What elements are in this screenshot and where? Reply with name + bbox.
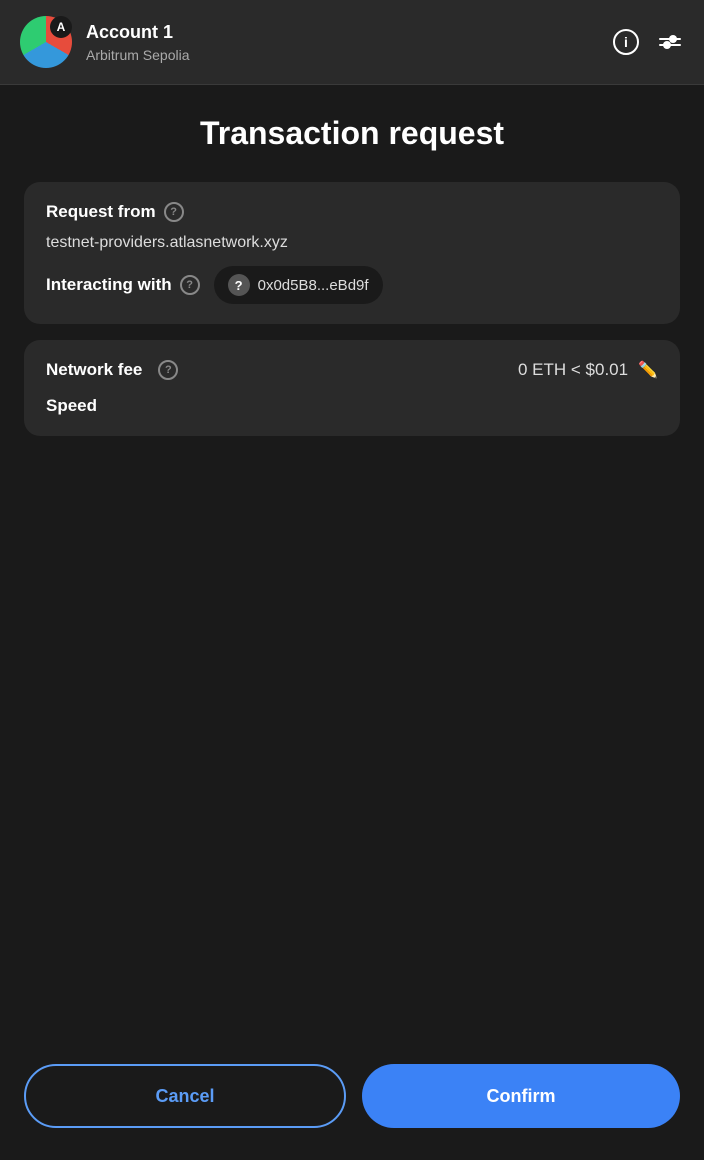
header: A Account 1 Arbitrum Sepolia i <box>0 0 704 85</box>
info-button[interactable]: i <box>612 28 640 56</box>
fee-row: Network fee ? 0 ETH < $0.01 ✏️ <box>46 360 658 380</box>
network-fee-help-icon[interactable]: ? <box>158 360 178 380</box>
contract-badge[interactable]: ? 0x0d5B8...eBd9f <box>214 266 383 304</box>
page-title: Transaction request <box>24 115 680 152</box>
main-content: Transaction request Request from ? testn… <box>0 85 704 1044</box>
slider-line-bottom <box>659 44 681 46</box>
avatar-letter: A <box>50 16 72 38</box>
request-from-label: Request from <box>46 202 156 222</box>
fee-value-container: 0 ETH < $0.01 ✏️ <box>518 360 658 380</box>
account-info: Account 1 Arbitrum Sepolia <box>86 21 612 62</box>
request-from-help-icon[interactable]: ? <box>164 202 184 222</box>
contract-question-icon: ? <box>228 274 250 296</box>
contract-address: 0x0d5B8...eBd9f <box>258 277 369 294</box>
fee-amount: 0 ETH < $0.01 <box>518 360 628 380</box>
interacting-with-row: Interacting with ? ? 0x0d5B8...eBd9f <box>46 266 658 304</box>
cancel-button[interactable]: Cancel <box>24 1064 346 1128</box>
slider-line-top <box>659 38 681 40</box>
edit-fee-icon[interactable]: ✏️ <box>638 360 658 380</box>
fee-card: Network fee ? 0 ETH < $0.01 ✏️ Speed <box>24 340 680 436</box>
interacting-with-help-icon[interactable]: ? <box>180 275 200 295</box>
network-name: Arbitrum Sepolia <box>86 47 612 63</box>
request-from-url: testnet-providers.atlasnetwork.xyz <box>46 234 658 252</box>
footer: Cancel Confirm <box>0 1044 704 1160</box>
avatar: A <box>20 16 72 68</box>
network-fee-label: Network fee <box>46 360 142 380</box>
sliders-icon <box>659 38 681 46</box>
header-icons: i <box>612 28 684 56</box>
speed-label: Speed <box>46 396 658 416</box>
fee-label: Network fee ? <box>46 360 178 380</box>
account-name: Account 1 <box>86 21 612 44</box>
interacting-with-label: Interacting with <box>46 275 172 295</box>
settings-button[interactable] <box>656 28 684 56</box>
request-from-card: Request from ? testnet-providers.atlasne… <box>24 182 680 324</box>
request-from-row: Request from ? <box>46 202 658 222</box>
confirm-button[interactable]: Confirm <box>362 1064 680 1128</box>
info-icon: i <box>613 29 639 55</box>
